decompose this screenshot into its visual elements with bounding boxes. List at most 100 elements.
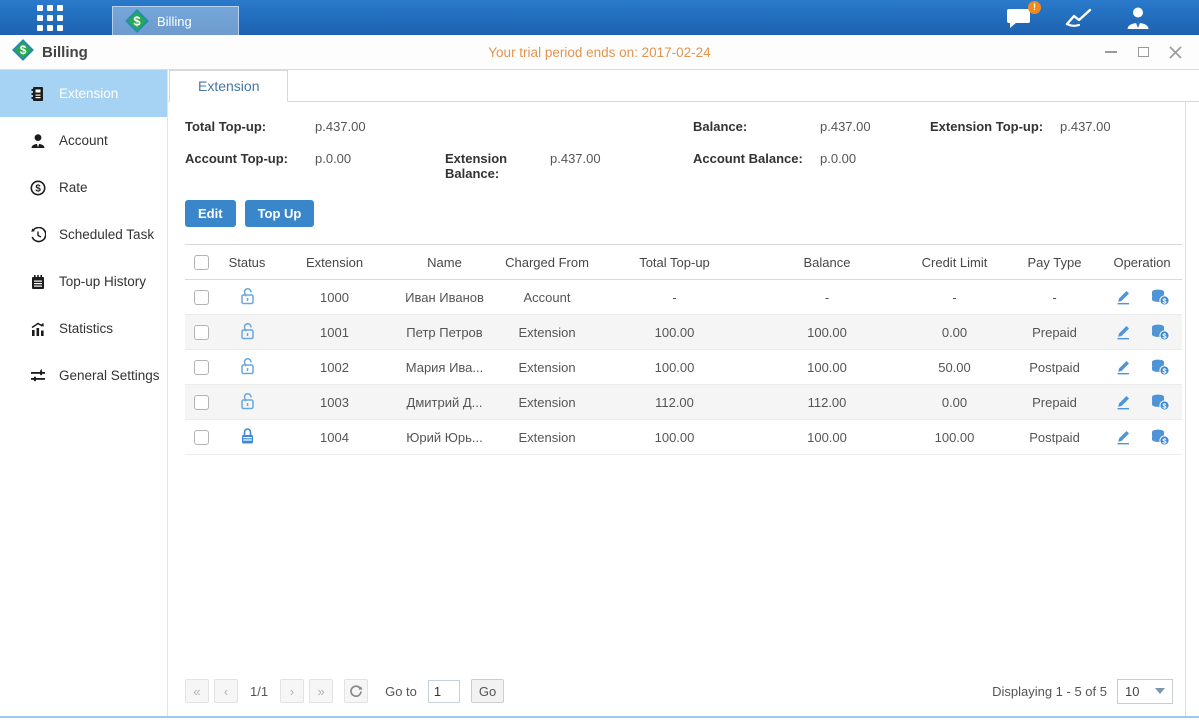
balance-summary: Total Top-up: p.437.00 Balance: p.437.00… [168,102,1185,181]
last-page-button[interactable]: » [309,679,333,703]
cell-charged-from: Extension [497,420,597,455]
summary-label: Account Top-up: [185,151,315,181]
reports-chart-icon[interactable] [1065,7,1093,29]
extension-panel: Total Top-up: p.437.00 Balance: p.437.00… [168,102,1186,716]
edit-row-icon[interactable] [1114,358,1132,376]
col-header-extension[interactable]: Extension [277,245,392,280]
edit-row-icon[interactable] [1114,288,1132,306]
go-button[interactable]: Go [471,679,504,703]
sidebar-item-label: Rate [59,180,88,195]
minimize-button[interactable] [1103,45,1119,59]
refresh-button[interactable] [344,679,368,703]
sidebar-item-extension[interactable]: Extension [0,70,167,117]
cell-name: Иван Иванов [392,280,497,315]
cell-total-topup: 112.00 [597,385,752,420]
app-grid-icon[interactable] [36,4,64,32]
trial-notice: Your trial period ends on: 2017-02-24 [0,45,1199,60]
window-titlebar: $ Billing Your trial period ends on: 201… [0,35,1199,70]
goto-label: Go to [385,684,417,699]
cell-charged-from: Extension [497,350,597,385]
sidebar-item-label: Statistics [59,321,113,336]
col-header-name[interactable]: Name [392,245,497,280]
edit-row-icon[interactable] [1114,393,1132,411]
taskbar: $ Billing ! [0,0,1199,35]
user-account-icon[interactable] [1125,5,1151,31]
page-indicator: 1/1 [250,684,268,699]
summary-label: Balance: [693,119,820,134]
table-row: 1001 Петр Петров Extension 100.00 100.00… [185,315,1182,350]
lock-open-icon [239,398,256,413]
svg-text:$: $ [20,43,27,57]
edit-row-icon[interactable] [1114,323,1132,341]
cell-pay-type: Prepaid [1007,385,1102,420]
sidebar-item-general-settings[interactable]: General Settings [0,352,167,399]
top-up-row-icon[interactable]: $ [1150,428,1170,446]
maximize-button[interactable] [1135,45,1151,59]
taskbar-tab-billing[interactable]: $ Billing [112,6,239,35]
extension-icon [30,86,46,102]
general-settings-icon [30,368,46,384]
top-up-button[interactable]: Top Up [245,200,315,227]
cell-pay-type: - [1007,280,1102,315]
top-up-row-icon[interactable]: $ [1150,358,1170,376]
next-page-button[interactable]: › [280,679,304,703]
row-checkbox[interactable] [194,395,209,410]
prev-page-button[interactable]: ‹ [214,679,238,703]
lock-open-icon [239,363,256,378]
sidebar-item-scheduled-task[interactable]: Scheduled Task [0,211,167,258]
edit-button[interactable]: Edit [185,200,236,227]
cell-extension: 1002 [277,350,392,385]
chevron-down-icon [1155,688,1165,694]
summary-label: Extension Top-up: [930,119,1060,134]
top-up-row-icon[interactable]: $ [1150,288,1170,306]
top-up-row-icon[interactable]: $ [1150,323,1170,341]
select-all-checkbox[interactable] [194,255,209,270]
cell-extension: 1001 [277,315,392,350]
col-header-status[interactable]: Status [217,245,277,280]
sidebar: Extension Account $ Rate Scheduled Task [0,70,168,716]
cell-extension: 1000 [277,280,392,315]
col-header-operation[interactable]: Operation [1102,245,1182,280]
pagination-bar: « ‹ 1/1 › » Go to Go Displaying 1 - 5 of… [168,672,1185,716]
svg-text:$: $ [133,14,141,29]
cell-balance: 100.00 [752,350,902,385]
cell-charged-from: Extension [497,315,597,350]
row-checkbox[interactable] [194,360,209,375]
sidebar-item-label: General Settings [59,368,160,383]
cell-credit-limit: 50.00 [902,350,1007,385]
col-header-charged-from[interactable]: Charged From [497,245,597,280]
cell-charged-from: Extension [497,385,597,420]
extension-table: Status Extension Name Charged From Total… [185,244,1171,455]
summary-value: p.437.00 [550,151,693,181]
billing-diamond-icon: $ [125,9,149,33]
row-checkbox[interactable] [194,325,209,340]
top-up-row-icon[interactable]: $ [1150,393,1170,411]
row-checkbox[interactable] [194,290,209,305]
sidebar-item-rate[interactable]: $ Rate [0,164,167,211]
cell-balance: 100.00 [752,315,902,350]
tab-extension[interactable]: Extension [169,70,288,102]
edit-row-icon[interactable] [1114,428,1132,446]
cell-name: Петр Петров [392,315,497,350]
col-header-total-topup[interactable]: Total Top-up [597,245,752,280]
sidebar-item-account[interactable]: Account [0,117,167,164]
table-row: 1003 Дмитрий Д... Extension 112.00 112.0… [185,385,1182,420]
lock-open-icon [239,328,256,343]
cell-total-topup: 100.00 [597,315,752,350]
col-header-pay-type[interactable]: Pay Type [1007,245,1102,280]
sidebar-item-label: Account [59,133,108,148]
page-size-value: 10 [1125,684,1139,699]
cell-balance: - [752,280,902,315]
close-button[interactable] [1167,45,1183,59]
cell-total-topup: - [597,280,752,315]
col-header-credit-limit[interactable]: Credit Limit [902,245,1007,280]
first-page-button[interactable]: « [185,679,209,703]
cell-credit-limit: 0.00 [902,315,1007,350]
col-header-balance[interactable]: Balance [752,245,902,280]
messages-icon[interactable]: ! [1005,6,1033,30]
goto-page-input[interactable] [428,680,460,703]
sidebar-item-topup-history[interactable]: Top-up History [0,258,167,305]
page-size-select[interactable]: 10 [1117,679,1173,704]
row-checkbox[interactable] [194,430,209,445]
sidebar-item-statistics[interactable]: Statistics [0,305,167,352]
